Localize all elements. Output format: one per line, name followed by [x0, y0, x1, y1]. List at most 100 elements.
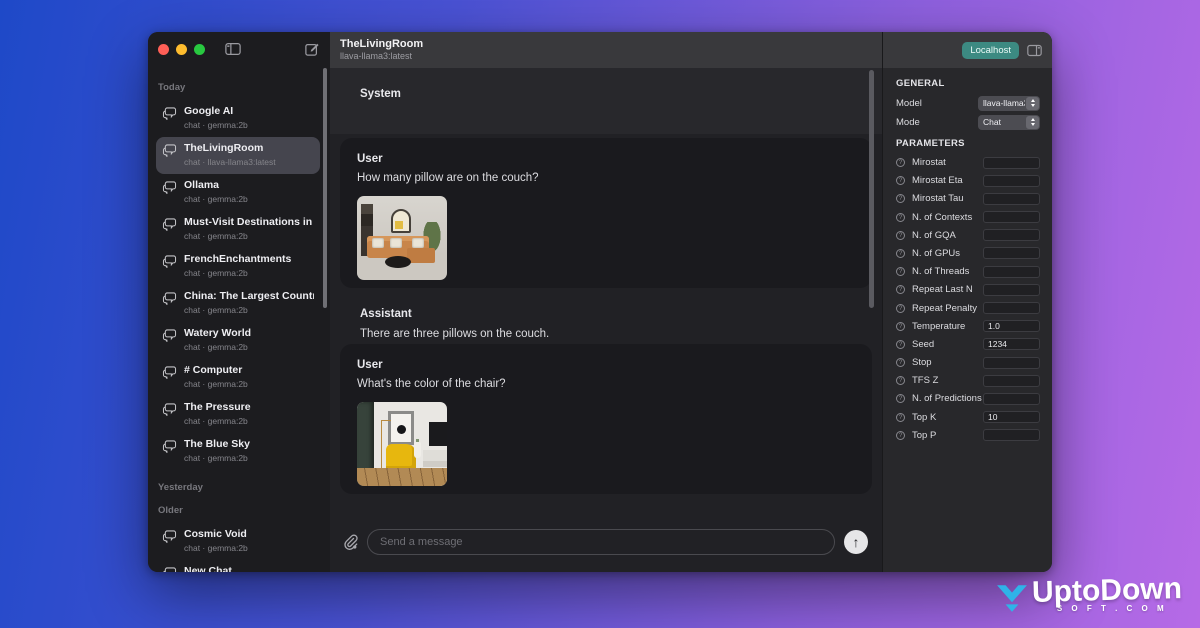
parameter-row: TFS Z: [896, 375, 1040, 386]
parameter-input[interactable]: [983, 229, 1040, 241]
chat-item-title: Ollama: [184, 179, 248, 191]
mode-select-value: Chat: [978, 117, 1025, 127]
parameter-label: Mirostat Eta: [912, 175, 963, 186]
parameter-row: Mirostat Eta: [896, 175, 1040, 186]
attach-paperclip-icon[interactable]: [342, 534, 358, 550]
help-icon[interactable]: [896, 340, 905, 349]
help-icon[interactable]: [896, 158, 905, 167]
parameters-section-label: PARAMETERS: [896, 138, 1040, 149]
parameter-input[interactable]: [983, 375, 1040, 387]
chat-item-subtitle: chat · gemma:2b: [184, 120, 248, 130]
chat-bubbles-icon: [162, 530, 177, 543]
chat-item-title: The Blue Sky: [184, 438, 250, 450]
parameter-row: N. of Predictions: [896, 393, 1040, 404]
toggle-sidebar-icon[interactable]: [225, 42, 241, 56]
uptodown-logo-icon: [994, 582, 1030, 614]
parameter-label: Top P: [912, 430, 936, 441]
chat-list-item[interactable]: Cosmic Void chat · gemma:2b: [156, 523, 320, 560]
parameter-label: Repeat Last N: [912, 284, 973, 295]
toggle-inspector-icon[interactable]: [1027, 44, 1042, 57]
help-icon[interactable]: [896, 376, 905, 385]
help-icon[interactable]: [896, 285, 905, 294]
parameter-input[interactable]: [983, 411, 1040, 423]
help-icon[interactable]: [896, 194, 905, 203]
zoom-window-button[interactable]: [194, 44, 205, 55]
parameter-input[interactable]: [983, 320, 1040, 332]
help-icon[interactable]: [896, 413, 905, 422]
help-icon[interactable]: [896, 249, 905, 258]
message: User How many pillow are on the couch?: [340, 138, 872, 288]
chat-list-section-label: Older: [158, 505, 320, 516]
parameter-label: Stop: [912, 357, 932, 368]
chat-list-item[interactable]: TheLivingRoom chat · llava-llama3:latest: [156, 137, 320, 174]
chat-scrollbar[interactable]: [869, 70, 874, 308]
chat-bubbles-icon: [162, 440, 177, 453]
parameter-input[interactable]: [983, 284, 1040, 296]
help-icon[interactable]: [896, 267, 905, 276]
chat-list-item[interactable]: The Pressure chat · gemma:2b: [156, 396, 320, 433]
attached-image-thumbnail[interactable]: [357, 402, 447, 486]
chat-item-title: The Pressure: [184, 401, 251, 413]
parameter-input[interactable]: [983, 429, 1040, 441]
attached-image-thumbnail[interactable]: [357, 196, 447, 280]
message-text: [360, 108, 852, 110]
help-icon[interactable]: [896, 394, 905, 403]
chat-item-title: FrenchEnchantments: [184, 253, 291, 265]
parameter-input[interactable]: [983, 247, 1040, 259]
localhost-server-button[interactable]: Localhost: [962, 42, 1019, 59]
new-chat-compose-icon[interactable]: [304, 42, 320, 56]
chat-item-subtitle: chat · gemma:2b: [184, 268, 291, 278]
parameter-input[interactable]: [983, 211, 1040, 223]
general-section-label: GENERAL: [896, 78, 1040, 89]
chat-list-item[interactable]: FrenchEnchantments chat · gemma:2b: [156, 248, 320, 285]
conversation-model: llava-llama3:latest: [340, 51, 423, 62]
parameter-input[interactable]: [983, 175, 1040, 187]
chat-list-item[interactable]: Watery World chat · gemma:2b: [156, 322, 320, 359]
parameter-input[interactable]: [983, 393, 1040, 405]
parameter-label: Mirostat: [912, 157, 946, 168]
parameter-input[interactable]: [983, 157, 1040, 169]
chat-item-subtitle: chat · gemma:2b: [184, 543, 248, 553]
inspector-body: GENERAL Model llava-llama3:... Mode Chat…: [883, 68, 1052, 448]
minimize-window-button[interactable]: [176, 44, 187, 55]
help-icon[interactable]: [896, 358, 905, 367]
chat-list-item[interactable]: New Chat chat · llava-llama3:latest: [156, 560, 320, 572]
message-input-bar: ↑: [330, 518, 882, 572]
model-select[interactable]: llava-llama3:...: [978, 96, 1040, 111]
chat-item-title: Watery World: [184, 327, 251, 339]
arrow-up-icon: ↑: [853, 534, 860, 550]
message-scroll-area[interactable]: System User How many pillow are on the c…: [330, 68, 882, 518]
chat-list-item[interactable]: China: The Largest Country in t... chat …: [156, 285, 320, 322]
parameter-input[interactable]: [983, 266, 1040, 278]
chat-pane: TheLivingRoom llava-llama3:latest System…: [330, 32, 882, 572]
chat-list-item[interactable]: The Blue Sky chat · gemma:2b: [156, 433, 320, 470]
mode-select[interactable]: Chat: [978, 115, 1040, 130]
help-icon[interactable]: [896, 176, 905, 185]
send-message-button[interactable]: ↑: [844, 530, 868, 554]
help-icon[interactable]: [896, 322, 905, 331]
chat-list-item[interactable]: Must-Visit Destinations in Japan chat · …: [156, 211, 320, 248]
parameter-input[interactable]: [983, 302, 1040, 314]
parameter-input[interactable]: [983, 193, 1040, 205]
send-message-input[interactable]: [367, 529, 835, 555]
inspector-panel: Localhost GENERAL Model llava-llama3:...…: [882, 32, 1052, 572]
parameter-input[interactable]: [983, 357, 1040, 369]
sidebar-scrollbar[interactable]: [323, 68, 327, 308]
message-role-label: User: [357, 359, 855, 371]
message: Assistant There are three pillows on the…: [330, 288, 882, 340]
parameter-row: Seed: [896, 339, 1040, 350]
close-window-button[interactable]: [158, 44, 169, 55]
parameter-input[interactable]: [983, 338, 1040, 350]
chat-list-item[interactable]: # Computer chat · gemma:2b: [156, 359, 320, 396]
message: User What's the color of the chair?: [340, 344, 872, 494]
help-icon[interactable]: [896, 304, 905, 313]
help-icon[interactable]: [896, 231, 905, 240]
inspector-titlebar: Localhost: [883, 32, 1052, 68]
help-icon[interactable]: [896, 431, 905, 440]
chat-list-item[interactable]: Ollama chat · gemma:2b: [156, 174, 320, 211]
chat-list-item[interactable]: Google AI chat · gemma:2b: [156, 100, 320, 137]
message-role-label: User: [357, 153, 855, 165]
chat-item-title: # Computer: [184, 364, 248, 376]
model-label: Model: [896, 98, 922, 109]
help-icon[interactable]: [896, 213, 905, 222]
